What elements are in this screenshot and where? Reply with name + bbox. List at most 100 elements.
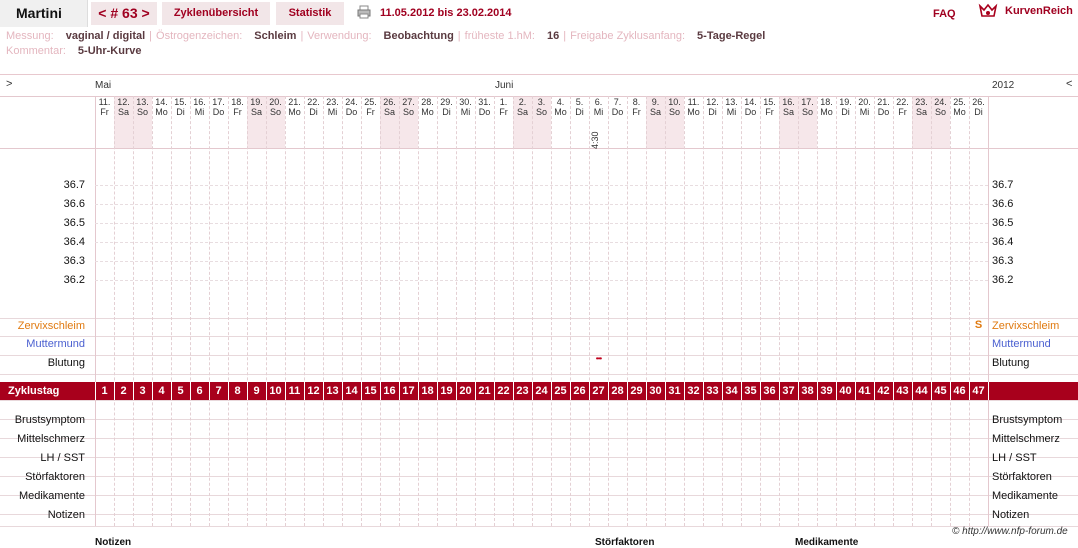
grid-day-line — [969, 96, 971, 526]
day-column-header[interactable]: 31. Do — [475, 97, 494, 149]
day-column-header[interactable]: 22. Fr — [893, 97, 912, 149]
day-column-header[interactable]: 21. Do — [874, 97, 893, 149]
day-column-header[interactable]: 25. Fr — [361, 97, 380, 149]
medication-section-heading: Medikamente — [795, 537, 859, 548]
grid-day-line — [475, 96, 477, 526]
day-column-header[interactable]: 8. Fr — [627, 97, 646, 149]
day-weekday: Mo — [554, 107, 567, 117]
day-column-header[interactable]: 15. Di — [171, 97, 190, 149]
tab-statistics[interactable]: Statistik — [276, 2, 344, 25]
day-column-header[interactable]: 13. So — [133, 97, 152, 149]
grid-day-line — [342, 96, 344, 526]
day-column-header[interactable]: 20. Mi — [855, 97, 874, 149]
day-column-header[interactable]: 21. Mo — [285, 97, 304, 149]
symptom-label-left: Mittelschmerz — [17, 433, 85, 445]
cycle-day-number: 6 — [196, 385, 203, 397]
temperature-grid-line — [95, 223, 988, 224]
day-column-header[interactable]: 29. Di — [437, 97, 456, 149]
day-column-header[interactable]: 17. So — [798, 97, 817, 149]
grid-day-line — [456, 96, 458, 526]
day-column-header[interactable]: 7. Do — [608, 97, 627, 149]
day-weekday: Mi — [593, 107, 604, 117]
day-column-header[interactable]: 19. Di — [836, 97, 855, 149]
day-column-header[interactable]: 23. Mi — [323, 97, 342, 149]
faq-link[interactable]: FAQ — [933, 0, 956, 29]
grid-day-line — [152, 96, 154, 526]
day-column-header[interactable]: 25. Mo — [950, 97, 969, 149]
kurvenreich-logo-icon[interactable] — [978, 2, 998, 22]
day-column-header[interactable]: 9. Sa — [646, 97, 665, 149]
day-weekday: Mo — [687, 107, 700, 117]
symptom-label-left: Störfaktoren — [25, 471, 85, 483]
day-column-header[interactable]: 12. Di — [703, 97, 722, 149]
temperature-grid-line — [95, 261, 988, 262]
grid-day-line — [399, 96, 401, 526]
meta-separator: | — [300, 30, 304, 42]
day-column-header[interactable]: 18. Fr — [228, 97, 247, 149]
day-column-header[interactable]: 11. Mo — [684, 97, 703, 149]
day-column-header[interactable]: 10. So — [665, 97, 684, 149]
day-column-header[interactable]: 24. Do — [342, 97, 361, 149]
day-column-header[interactable]: 30. Mi — [456, 97, 475, 149]
day-date: 17. — [212, 97, 225, 107]
day-column-header[interactable]: 23. Sa — [912, 97, 931, 149]
day-weekday: Sa — [915, 107, 927, 117]
printer-icon[interactable] — [357, 5, 371, 19]
day-column-header[interactable]: 19. Sa — [247, 97, 266, 149]
symptom-label-right: Mittelschmerz — [992, 433, 1060, 445]
grid-day-line — [912, 96, 914, 526]
day-weekday: Di — [708, 107, 717, 117]
day-date: 11. — [687, 97, 700, 107]
day-column-header[interactable]: 14. Do — [741, 97, 760, 149]
cervix-mucus-mark[interactable]: S — [969, 319, 988, 331]
day-column-header[interactable]: 20. So — [266, 97, 285, 149]
day-column-header[interactable]: 2. Sa — [513, 97, 532, 149]
day-column-header[interactable]: 27. So — [399, 97, 418, 149]
day-weekday: Di — [309, 107, 318, 117]
copyright-footer: © http://www.nfp-forum.de — [952, 526, 1068, 537]
grid-day-line — [171, 96, 173, 526]
tab-cycle-overview[interactable]: Zyklenübersicht — [162, 2, 270, 25]
cycle-navigator[interactable]: < # 63 > — [91, 2, 157, 25]
day-column-header[interactable]: 28. Mo — [418, 97, 437, 149]
day-weekday: So — [668, 107, 680, 117]
day-date: 25. — [364, 97, 377, 107]
day-weekday: So — [535, 107, 547, 117]
day-column-header[interactable]: 18. Mo — [817, 97, 836, 149]
cycle-day-number: 13 — [326, 385, 339, 397]
day-column-header[interactable]: 5. Di — [570, 97, 589, 149]
nav-next-arrow[interactable]: < — [1066, 78, 1072, 90]
nav-prev-arrow[interactable]: > — [6, 78, 12, 90]
grid-day-line — [95, 96, 96, 526]
day-column-header[interactable]: 17. Do — [209, 97, 228, 149]
day-column-header[interactable]: 16. Mi — [190, 97, 209, 149]
day-date: 16. — [782, 97, 795, 107]
day-column-header[interactable]: 26. Di — [969, 97, 988, 149]
day-column-header[interactable]: 11. Fr — [95, 97, 114, 149]
day-date: 13. — [725, 97, 738, 107]
day-weekday: Di — [974, 107, 983, 117]
day-column-header[interactable]: 13. Mi — [722, 97, 741, 149]
grid-day-line — [855, 96, 857, 526]
day-column-header[interactable]: 16. Sa — [779, 97, 798, 149]
symptom-label-right: Medikamente — [992, 490, 1059, 502]
day-column-header[interactable]: 12. Sa — [114, 97, 133, 149]
day-column-header[interactable]: 3. So — [532, 97, 551, 149]
day-column-header[interactable]: 14. Mo — [152, 97, 171, 149]
day-column-header[interactable]: 15. Fr — [760, 97, 779, 149]
day-date: 22. — [896, 97, 909, 107]
day-column-header[interactable]: 26. Sa — [380, 97, 399, 149]
brand-name[interactable]: KurvenReich — [1005, 0, 1073, 23]
temperature-label-right: 36.2 — [992, 274, 1014, 286]
day-column-header[interactable]: 22. Di — [304, 97, 323, 149]
cycle-day-number: 31 — [668, 385, 681, 397]
grid-day-line — [665, 96, 667, 526]
day-column-header[interactable]: 24. So — [931, 97, 950, 149]
cycle-day-number: 14 — [345, 385, 358, 397]
cycle-day-number: 7 — [215, 385, 222, 397]
bleeding-mark[interactable]: ••• — [589, 354, 608, 363]
temperature-label-right: 36.7 — [992, 179, 1014, 191]
day-column-header[interactable]: 4. Mo — [551, 97, 570, 149]
day-column-header[interactable]: 1. Fr — [494, 97, 513, 149]
cycle-day-number: 2 — [120, 385, 127, 397]
